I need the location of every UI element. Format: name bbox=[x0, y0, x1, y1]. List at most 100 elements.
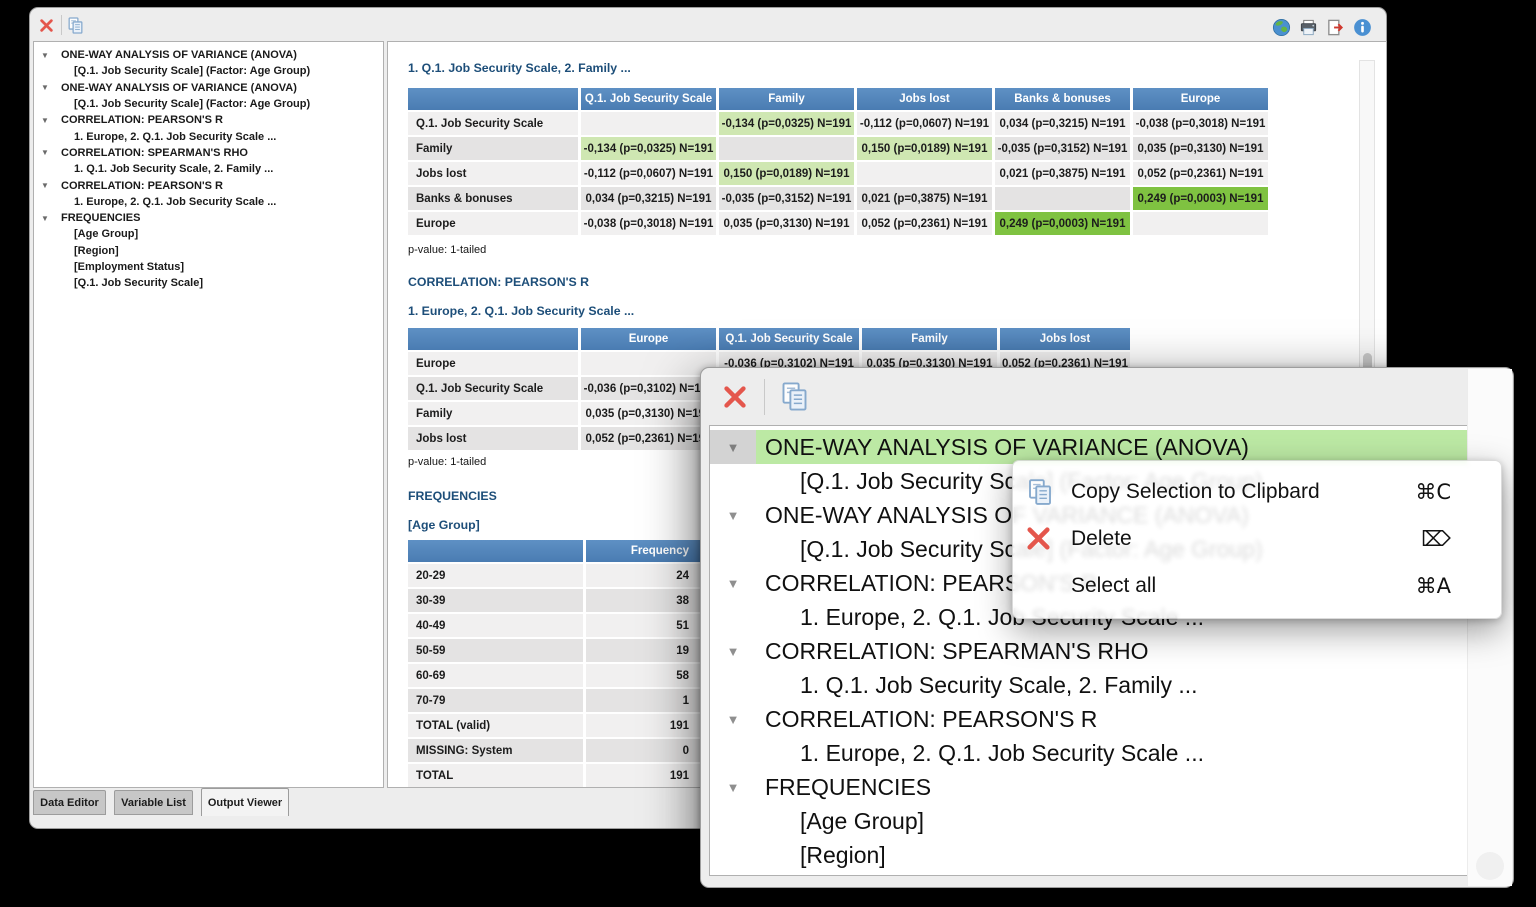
collapse-triangle-icon[interactable]: ▼ bbox=[710, 566, 756, 600]
tree-item[interactable]: [Q.1. Job Security Scale] bbox=[34, 275, 383, 291]
collapse-triangle-icon[interactable]: ▼ bbox=[710, 498, 756, 532]
tree-item[interactable]: 1. Q.1. Job Security Scale, 2. Family ..… bbox=[34, 161, 383, 177]
menu-item-select-all[interactable]: Select all⌘A bbox=[1013, 562, 1501, 609]
menu-item-copy-selection-to-clipbard[interactable]: Copy Selection to Clipbard⌘C bbox=[1013, 468, 1501, 515]
table-row: Family-0,134 (p=0,0325) N=1910,150 (p=0,… bbox=[408, 137, 1268, 160]
tree-item[interactable]: 1. Europe, 2. Q.1. Job Security Scale ..… bbox=[710, 736, 1503, 770]
column-header bbox=[408, 328, 578, 350]
tree-item[interactable]: [Age Group] bbox=[710, 804, 1503, 838]
export-button[interactable] bbox=[1326, 18, 1345, 37]
scrollbar-thumb[interactable] bbox=[1476, 852, 1504, 880]
tab-output-viewer[interactable]: Output Viewer bbox=[201, 788, 289, 816]
tree-indent bbox=[710, 668, 756, 702]
table-cell: 51 bbox=[586, 614, 703, 637]
print-icon bbox=[1299, 18, 1318, 37]
table-cell: -0,036 (p=0,3102) N=191 bbox=[581, 377, 716, 400]
table-cell bbox=[995, 187, 1130, 210]
tree-item[interactable]: [Employment Status] bbox=[34, 259, 383, 275]
collapse-triangle-icon[interactable]: ▼ bbox=[710, 430, 756, 464]
table-cell: 0,035 (p=0,3130) N=191 bbox=[581, 402, 716, 425]
tree-item-label: 1. Europe, 2. Q.1. Job Security Scale ..… bbox=[61, 131, 276, 143]
toolbar-separator bbox=[61, 15, 62, 35]
tree-indent bbox=[710, 600, 756, 634]
menu-item-shortcut: ⌘A bbox=[1416, 574, 1451, 598]
table-row: Q.1. Job Security Scale-0,134 (p=0,0325)… bbox=[408, 112, 1268, 135]
collapse-triangle-icon[interactable]: ▼ bbox=[34, 181, 61, 190]
table-cell: 0,034 (p=0,3215) N=191 bbox=[581, 187, 716, 210]
collapse-triangle-icon[interactable]: ▼ bbox=[710, 702, 756, 736]
table-row: Jobs lost-0,112 (p=0,0607) N=1910,150 (p… bbox=[408, 162, 1268, 185]
tree-item-label: [Age Group] bbox=[756, 804, 1503, 838]
copy-icon bbox=[66, 16, 85, 35]
tree-item[interactable]: [Region] bbox=[34, 243, 383, 259]
row-label: Family bbox=[408, 137, 578, 160]
table2-title: 1. Europe, 2. Q.1. Job Security Scale ..… bbox=[408, 304, 634, 318]
tab-data-editor[interactable]: Data Editor bbox=[33, 790, 106, 815]
tree-item[interactable]: [Q.1. Job Security Scale] (Factor: Age G… bbox=[34, 63, 383, 79]
tree-item[interactable]: ▼FREQUENCIES bbox=[710, 770, 1503, 804]
table-cell bbox=[857, 162, 992, 185]
collapse-triangle-icon[interactable]: ▼ bbox=[34, 214, 61, 223]
tree-item[interactable]: 1. Europe, 2. Q.1. Job Security Scale ..… bbox=[34, 194, 383, 210]
table-cell: -0,035 (p=0,3152) N=191 bbox=[719, 187, 854, 210]
table-cell: 0,150 (p=0,0189) N=191 bbox=[719, 162, 854, 185]
collapse-triangle-icon[interactable]: ▼ bbox=[34, 116, 61, 125]
collapse-triangle-icon[interactable]: ▼ bbox=[34, 83, 61, 92]
delete-x-icon bbox=[39, 18, 54, 33]
table1-footer: p-value: 1-tailed bbox=[408, 244, 486, 256]
tree-item-label: 1. Europe, 2. Q.1. Job Security Scale ..… bbox=[61, 196, 276, 208]
collapse-triangle-icon[interactable]: ▼ bbox=[34, 148, 61, 157]
row-label: Q.1. Job Security Scale bbox=[408, 112, 578, 135]
tree-item-label: ONE-WAY ANALYSIS OF VARIANCE (ANOVA) bbox=[756, 430, 1503, 464]
collapse-triangle-icon[interactable]: ▼ bbox=[710, 634, 756, 668]
tree-item[interactable]: ▼FREQUENCIES bbox=[34, 210, 383, 226]
tree-item[interactable]: [Q.1. Job Security Scale] (Factor: Age G… bbox=[34, 96, 383, 112]
table-cell: 38 bbox=[586, 589, 703, 612]
delete-selection-button[interactable] bbox=[39, 18, 54, 33]
table3-title: [Age Group] bbox=[408, 518, 480, 532]
menu-item-label: Delete bbox=[1071, 527, 1132, 551]
tree-item[interactable]: 1. Q.1. Job Security Scale, 2. Family ..… bbox=[710, 668, 1503, 702]
tab-variable-list[interactable]: Variable List bbox=[114, 790, 193, 815]
table-row: Europe-0,038 (p=0,3018) N=1910,035 (p=0,… bbox=[408, 212, 1268, 235]
column-header: Europe bbox=[581, 328, 716, 350]
tree-item[interactable]: ▼ONE-WAY ANALYSIS OF VARIANCE (ANOVA) bbox=[34, 47, 383, 63]
row-label: TOTAL bbox=[408, 764, 583, 787]
menu-item-label: Copy Selection to Clipbard bbox=[1071, 480, 1320, 504]
collapse-triangle-icon[interactable]: ▼ bbox=[34, 51, 61, 60]
column-header: Europe bbox=[1133, 88, 1268, 110]
overlay-scrollbar[interactable] bbox=[1467, 369, 1512, 886]
table-cell: 0,052 (p=0,2361) N=191 bbox=[581, 427, 716, 450]
tree-item-label: [Q.1. Job Security Scale] (Factor: Age G… bbox=[61, 65, 310, 77]
table-cell: 0,035 (p=0,3130) N=191 bbox=[719, 212, 854, 235]
info-button[interactable] bbox=[1353, 18, 1372, 37]
copy-button[interactable] bbox=[778, 380, 811, 413]
row-label: 50-59 bbox=[408, 639, 583, 662]
collapse-triangle-icon[interactable]: ▼ bbox=[710, 770, 756, 804]
tree-item[interactable]: ▼CORRELATION: SPEARMAN'S RHO bbox=[710, 634, 1503, 668]
tree-item[interactable]: 1. Europe, 2. Q.1. Job Security Scale ..… bbox=[34, 128, 383, 144]
globe-icon bbox=[1272, 18, 1291, 37]
tree-item[interactable]: ▼CORRELATION: PEARSON'S R bbox=[34, 177, 383, 193]
column-header: Q.1. Job Security Scale bbox=[581, 88, 716, 110]
print-button[interactable] bbox=[1299, 18, 1318, 37]
globe-button[interactable] bbox=[1272, 18, 1291, 37]
tree-item[interactable]: ▼ONE-WAY ANALYSIS OF VARIANCE (ANOVA) bbox=[710, 430, 1503, 464]
row-label: Banks & bonuses bbox=[408, 187, 578, 210]
tree-item-label: [Region] bbox=[61, 245, 119, 257]
tree-item[interactable]: [Age Group] bbox=[34, 226, 383, 242]
tree-item[interactable]: ▼CORRELATION: SPEARMAN'S RHO bbox=[34, 145, 383, 161]
tree-item[interactable]: ▼CORRELATION: PEARSON'S R bbox=[34, 112, 383, 128]
delete-selection-button[interactable] bbox=[722, 384, 748, 410]
tree-item[interactable]: ▼CORRELATION: PEARSON'S R bbox=[710, 702, 1503, 736]
table-cell bbox=[1133, 212, 1268, 235]
menu-item-delete[interactable]: Delete⌦ bbox=[1013, 515, 1501, 562]
copy-button[interactable] bbox=[66, 16, 85, 35]
tree-item[interactable]: [Region] bbox=[710, 838, 1503, 872]
tree-item[interactable]: ▼ONE-WAY ANALYSIS OF VARIANCE (ANOVA) bbox=[34, 80, 383, 96]
row-label: 20-29 bbox=[408, 564, 583, 587]
row-label: Europe bbox=[408, 352, 578, 375]
row-label: MISSING: System bbox=[408, 739, 583, 762]
column-header bbox=[408, 540, 583, 562]
row-label: Family bbox=[408, 402, 578, 425]
